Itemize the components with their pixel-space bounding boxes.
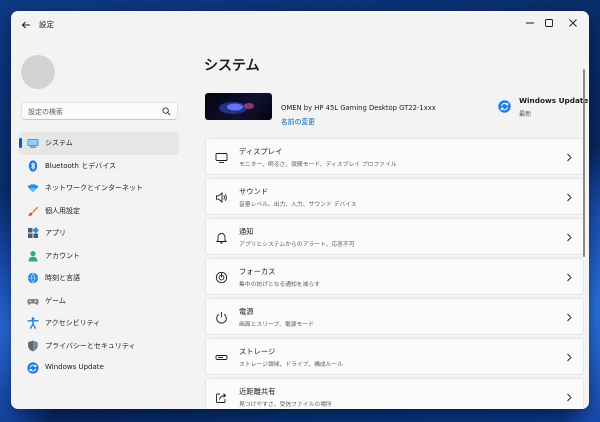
search-icon[interactable] <box>162 107 171 116</box>
card-title: ストレージ <box>239 347 276 356</box>
chevron-right-icon <box>567 193 572 202</box>
apps-icon <box>28 227 39 238</box>
windows-update-icon[interactable] <box>498 100 511 113</box>
accessibility-icon <box>27 317 39 329</box>
card-nearby-sharing[interactable]: 近距離共有 見つけやすさ、受信ファイルの場所 <box>205 378 584 409</box>
device-image <box>205 93 272 120</box>
sidebar-item-gaming[interactable]: ゲーム <box>19 290 179 313</box>
windows-update-title[interactable]: Windows Update <box>519 96 588 105</box>
card-sound[interactable]: サウンド 音量レベル、出力、入力、サウンド デバイス <box>205 178 584 215</box>
card-title: 近距離共有 <box>239 387 276 396</box>
card-subtitle: 集中の妨げとなる通知を減らす <box>239 282 320 288</box>
power-icon <box>216 312 227 324</box>
sidebar-item-label: Windows Update <box>45 363 104 371</box>
sidebar-item-system[interactable]: システム <box>19 132 179 155</box>
rename-device-link[interactable]: 名前の変更 <box>281 116 315 126</box>
sidebar-item-apps[interactable]: アプリ <box>19 222 179 245</box>
system-icon <box>27 139 39 148</box>
back-button[interactable] <box>19 17 33 31</box>
close-icon <box>569 19 577 27</box>
focus-icon <box>215 271 228 284</box>
sidebar-item-label: アクセシビリティ <box>45 319 101 327</box>
device-name: OMEN by HP 45L Gaming Desktop GT22-1xxx <box>281 104 436 112</box>
chevron-right-icon <box>567 393 572 402</box>
nearby-share-icon <box>216 393 227 403</box>
maximize-icon <box>545 19 553 27</box>
card-display[interactable]: ディスプレイ モニター、明るさ、夜間モード、ディスプレイ プロファイル <box>205 138 584 175</box>
card-subtitle: 音量レベル、出力、入力、サウンド デバイス <box>239 202 357 208</box>
title-bar: 設定 <box>11 11 589 37</box>
card-power[interactable]: 電源 画面とスリープ、電源モード <box>205 298 584 335</box>
card-subtitle: 画面とスリープ、電源モード <box>239 322 314 328</box>
search-input[interactable] <box>28 105 156 118</box>
display-icon <box>215 153 228 163</box>
window-title: 設定 <box>39 20 54 29</box>
card-title: ディスプレイ <box>239 147 283 156</box>
sidebar-item-accounts[interactable]: アカウント <box>19 245 179 268</box>
page-title: システム <box>204 58 260 74</box>
card-storage[interactable]: ストレージ ストレージ領域、ドライブ、構成ルール <box>205 338 584 375</box>
card-subtitle: ストレージ領域、ドライブ、構成ルール <box>239 362 344 368</box>
sidebar-item-label: アプリ <box>45 229 66 237</box>
sidebar-item-label: ネットワークとインターネット <box>45 184 143 192</box>
chevron-right-icon <box>567 233 572 242</box>
gaming-icon <box>27 298 39 305</box>
main-content: システム OMEN by HP 45L Gaming Desktop GT22-… <box>193 37 589 409</box>
close-button[interactable] <box>564 15 582 31</box>
settings-window: 設定 システム <box>11 11 589 409</box>
minimize-icon <box>526 22 534 24</box>
windows-update-status: 最新 <box>519 111 532 118</box>
sidebar-item-label: 時刻と言語 <box>45 274 80 282</box>
settings-search-box[interactable] <box>21 102 178 120</box>
card-title: 通知 <box>239 227 254 236</box>
chevron-right-icon <box>567 353 572 362</box>
minimize-button[interactable] <box>521 15 539 31</box>
back-arrow-icon <box>21 21 30 29</box>
card-subtitle: 見つけやすさ、受信ファイルの場所 <box>239 402 332 408</box>
card-subtitle: アプリとシステムからのアラート、応答不可 <box>239 242 355 248</box>
sidebar-item-label: ゲーム <box>45 296 66 305</box>
sidebar: システム Bluetooth とデバイス ネットワークとインターネット 個人用設… <box>11 37 189 409</box>
chevron-right-icon <box>567 153 572 162</box>
card-title: フォーカス <box>239 267 276 276</box>
sidebar-item-label: 個人用設定 <box>45 206 80 215</box>
sidebar-nav: システム Bluetooth とデバイス ネットワークとインターネット 個人用設… <box>19 132 179 380</box>
privacy-shield-icon <box>28 340 38 351</box>
sidebar-item-accessibility[interactable]: アクセシビリティ <box>19 312 179 335</box>
sidebar-item-label: プライバシーとセキュリティ <box>45 341 136 350</box>
chevron-right-icon <box>567 313 572 322</box>
network-icon <box>27 184 39 193</box>
storage-icon <box>215 355 228 360</box>
sidebar-item-label: システム <box>45 139 73 147</box>
scrollbar-thumb[interactable] <box>583 69 585 257</box>
time-language-icon <box>27 272 39 284</box>
maximize-button[interactable] <box>540 15 558 31</box>
sidebar-item-label: アカウント <box>45 251 80 260</box>
bluetooth-icon <box>28 159 38 172</box>
sidebar-item-privacy-security[interactable]: プライバシーとセキュリティ <box>19 335 179 358</box>
card-notifications[interactable]: 通知 アプリとシステムからのアラート、応答不可 <box>205 218 584 255</box>
card-title: サウンド <box>239 187 269 196</box>
sound-icon <box>216 192 227 203</box>
account-icon <box>28 250 38 261</box>
card-title: 電源 <box>239 307 254 316</box>
personalization-brush-icon <box>28 206 39 216</box>
card-subtitle: モニター、明るさ、夜間モード、ディスプレイ プロファイル <box>239 162 397 168</box>
windows-update-icon <box>27 362 39 374</box>
sidebar-item-windows-update[interactable]: Windows Update <box>19 357 179 380</box>
sidebar-item-network[interactable]: ネットワークとインターネット <box>19 177 179 200</box>
sidebar-item-personalization[interactable]: 個人用設定 <box>19 200 179 223</box>
notification-bell-icon <box>215 233 228 244</box>
user-avatar[interactable] <box>21 55 55 89</box>
desktop-wallpaper-thumbnail-icon <box>219 102 254 114</box>
sidebar-item-time-language[interactable]: 時刻と言語 <box>19 267 179 290</box>
sidebar-item-bluetooth[interactable]: Bluetooth とデバイス <box>19 155 179 178</box>
card-focus[interactable]: フォーカス 集中の妨げとなる通知を減らす <box>205 258 584 295</box>
sidebar-item-label: Bluetooth とデバイス <box>45 161 116 170</box>
chevron-right-icon <box>567 273 572 282</box>
